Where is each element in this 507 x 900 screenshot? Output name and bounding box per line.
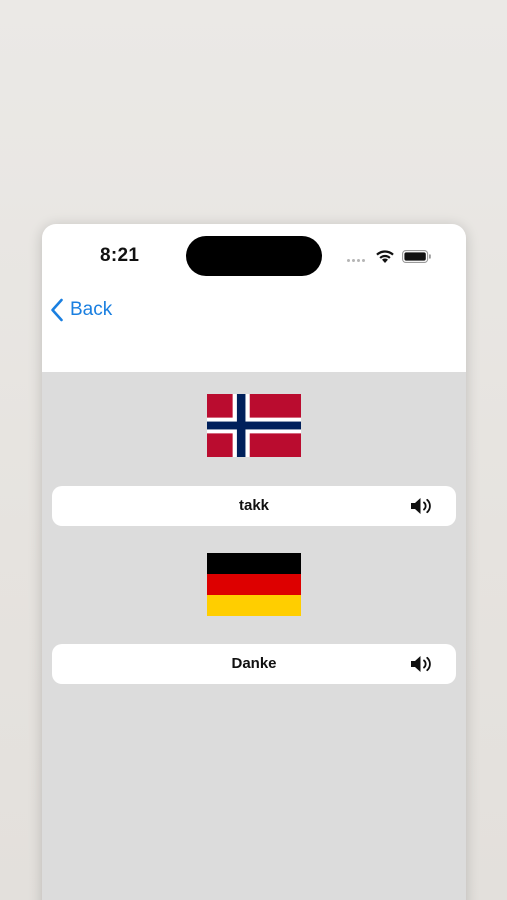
cellular-signal-icon [347, 259, 365, 262]
status-time: 8:21 [100, 245, 140, 266]
phone-screen: 8:21 Back takk Danke [42, 224, 466, 900]
translation-list: takk Danke [42, 372, 466, 900]
status-bar: 8:21 [42, 224, 466, 288]
battery-icon [402, 250, 431, 263]
word-text: takk [238, 497, 270, 514]
word-text: Danke [231, 655, 277, 672]
germany-flag-icon [207, 553, 301, 616]
list-item[interactable]: takk [52, 486, 456, 526]
back-button[interactable]: Back [50, 294, 112, 326]
dynamic-island [186, 236, 322, 276]
chevron-left-icon [51, 298, 63, 322]
navigation-bar: Back [42, 288, 466, 373]
back-button-label: Back [70, 299, 113, 320]
speaker-icon[interactable] [410, 496, 434, 516]
wifi-icon [376, 250, 394, 263]
speaker-icon[interactable] [410, 654, 434, 674]
list-item[interactable]: Danke [52, 644, 456, 684]
norway-flag-icon [207, 394, 301, 457]
